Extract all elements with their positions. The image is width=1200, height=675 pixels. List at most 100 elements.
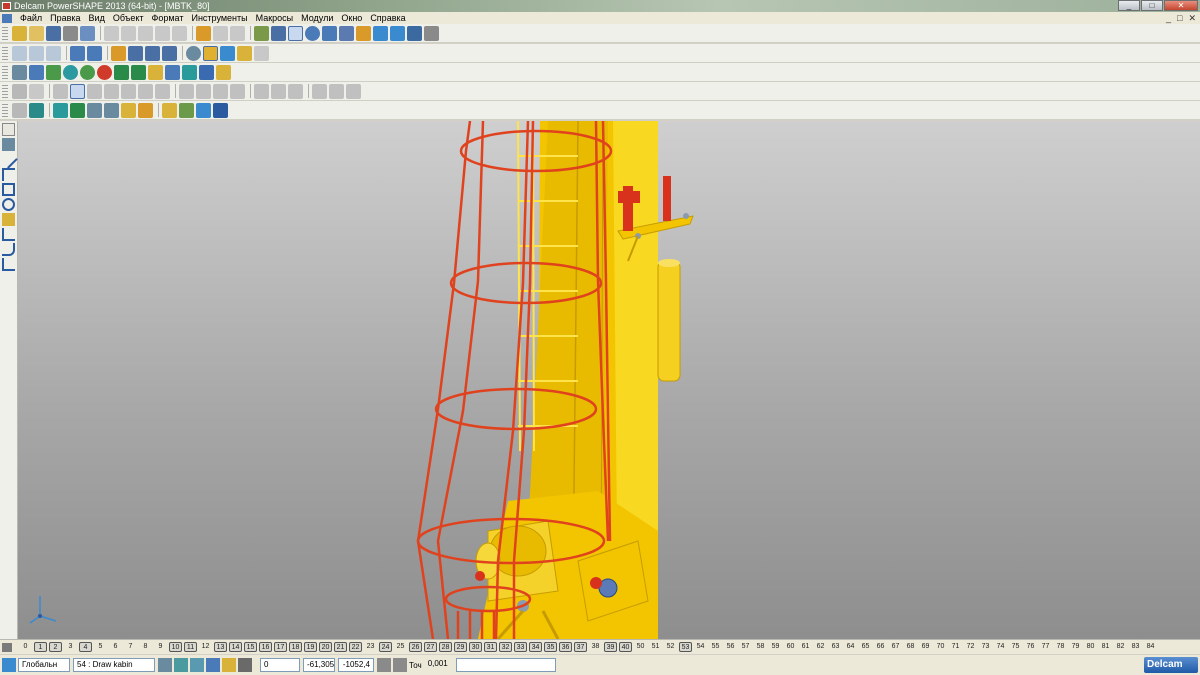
level-button[interactable]: 64 — [843, 642, 858, 652]
tag-icon[interactable] — [179, 102, 194, 118]
level-button[interactable]: 25 — [393, 642, 408, 652]
level-button[interactable]: 12 — [198, 642, 213, 652]
object-snap-icon[interactable] — [190, 658, 204, 672]
graphics-viewport[interactable] — [18, 121, 1200, 639]
history-icon[interactable] — [271, 83, 286, 99]
level-button[interactable]: 63 — [828, 642, 843, 652]
shaded-icon[interactable] — [203, 45, 218, 61]
angle-icon[interactable] — [2, 258, 15, 271]
level-button[interactable]: 71 — [948, 642, 963, 652]
level-button[interactable]: 54 — [693, 642, 708, 652]
frame-icon[interactable] — [182, 64, 197, 80]
view-front-icon[interactable] — [29, 45, 44, 61]
level-button[interactable]: 4 — [79, 642, 92, 652]
info-icon[interactable] — [165, 64, 180, 80]
level-button[interactable]: 15 — [244, 642, 257, 652]
split-icon[interactable] — [230, 83, 245, 99]
minimize-button[interactable]: _ — [1118, 0, 1140, 11]
workplane-select[interactable]: Глобальн — [18, 658, 70, 672]
level-button[interactable]: 72 — [963, 642, 978, 652]
pan-icon[interactable] — [111, 45, 126, 61]
level-button[interactable]: 40 — [619, 642, 632, 652]
level-button[interactable]: 68 — [903, 642, 918, 652]
tree-icon[interactable] — [46, 64, 61, 80]
analysis-icon[interactable] — [271, 25, 286, 41]
level-button[interactable]: 75 — [1008, 642, 1023, 652]
snap-icon[interactable] — [158, 658, 172, 672]
menu-window[interactable]: Окно — [337, 12, 366, 24]
close-button[interactable]: ✕ — [1164, 0, 1198, 11]
level-button[interactable]: 32 — [499, 642, 512, 652]
menu-macros[interactable]: Макросы — [252, 12, 298, 24]
level-button[interactable]: 33 — [514, 642, 527, 652]
level-button[interactable]: 76 — [1023, 642, 1038, 652]
chamfer-icon[interactable] — [104, 83, 119, 99]
maximize-button[interactable]: □ — [1141, 0, 1163, 11]
level-button[interactable]: 55 — [708, 642, 723, 652]
forward-icon[interactable] — [131, 64, 146, 80]
feature-icon[interactable] — [70, 83, 85, 99]
view-right-icon[interactable] — [70, 45, 85, 61]
level-button[interactable]: 84 — [1143, 642, 1158, 652]
cut-solid-icon[interactable] — [155, 83, 170, 99]
level-button[interactable]: 26 — [409, 642, 422, 652]
toolbar-grip[interactable] — [2, 103, 8, 117]
circle-icon[interactable] — [2, 198, 15, 211]
mould-icon[interactable] — [213, 102, 228, 118]
delete-icon[interactable] — [172, 25, 187, 41]
intersect-icon[interactable] — [213, 83, 228, 99]
coordinate-mode-icon[interactable] — [377, 658, 391, 672]
tools-icon[interactable] — [424, 25, 439, 41]
list-icon[interactable] — [162, 102, 177, 118]
level-button[interactable]: 9 — [153, 642, 168, 652]
grid-snap-icon[interactable] — [174, 658, 188, 672]
level-button[interactable]: 18 — [289, 642, 302, 652]
box-icon[interactable] — [148, 64, 163, 80]
color-icon[interactable] — [97, 64, 112, 80]
menu-modules[interactable]: Модули — [297, 12, 337, 24]
level-button[interactable]: 56 — [723, 642, 738, 652]
zoom-icon[interactable] — [128, 45, 143, 61]
doc-restore-button[interactable]: □ — [1177, 13, 1182, 24]
level-button[interactable]: 2 — [49, 642, 62, 652]
menu-format[interactable]: Формат — [148, 12, 188, 24]
redo-icon[interactable] — [213, 25, 228, 41]
copy-icon[interactable] — [121, 25, 136, 41]
level-button[interactable]: 50 — [633, 642, 648, 652]
curve-select-icon[interactable] — [322, 25, 337, 41]
level-button[interactable]: 65 — [858, 642, 873, 652]
toolbar-grip[interactable] — [2, 46, 8, 60]
component-icon[interactable] — [12, 102, 27, 118]
x-coordinate-field[interactable]: 0 — [260, 658, 300, 672]
level-button[interactable]: 78 — [1053, 642, 1068, 652]
level-button[interactable]: 69 — [918, 642, 933, 652]
level-button[interactable]: 17 — [274, 642, 287, 652]
level-button[interactable]: 38 — [588, 642, 603, 652]
boolean-icon[interactable] — [138, 83, 153, 99]
toolbar-grip[interactable] — [2, 65, 8, 79]
level-button[interactable]: 0 — [18, 642, 33, 652]
merge-icon[interactable] — [254, 83, 269, 99]
save-icon[interactable] — [46, 25, 61, 41]
level-button[interactable]: 83 — [1128, 642, 1143, 652]
menu-object[interactable]: Объект — [109, 12, 148, 24]
dimension-icon[interactable] — [2, 228, 15, 241]
assembly-icon[interactable] — [53, 102, 68, 118]
level-button[interactable]: 21 — [334, 642, 347, 652]
cut-icon[interactable] — [104, 25, 119, 41]
open-icon[interactable] — [29, 25, 44, 41]
constraint-icon[interactable] — [104, 102, 119, 118]
part-icon[interactable] — [70, 102, 85, 118]
level-button[interactable]: 10 — [169, 642, 182, 652]
level-button[interactable]: 58 — [753, 642, 768, 652]
zoom-out-icon[interactable] — [162, 45, 177, 61]
level-button[interactable]: 16 — [259, 642, 272, 652]
level-button[interactable]: 70 — [933, 642, 948, 652]
zoom-all-icon[interactable] — [145, 45, 160, 61]
solid-copy-icon[interactable] — [29, 83, 44, 99]
level-button[interactable]: 1 — [34, 642, 47, 652]
level-button[interactable]: 28 — [439, 642, 452, 652]
toolbar-grip[interactable] — [2, 26, 8, 40]
level-button[interactable]: 5 — [93, 642, 108, 652]
paste-icon[interactable] — [138, 25, 153, 41]
